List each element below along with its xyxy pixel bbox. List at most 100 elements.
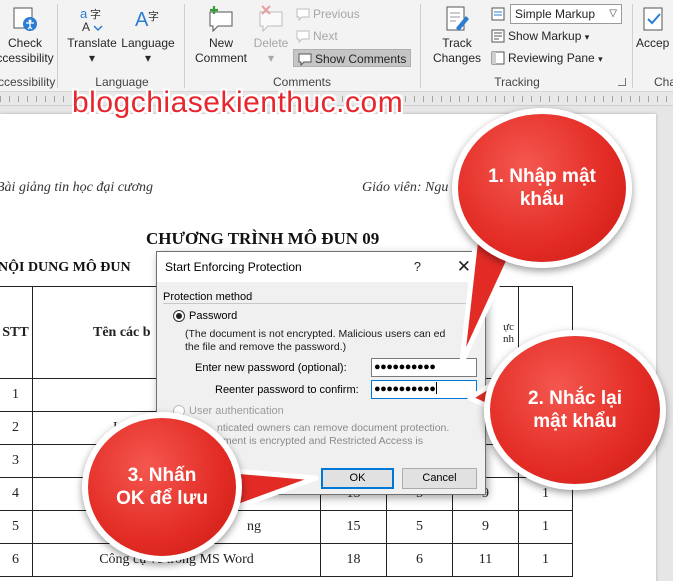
cell: 6	[386, 543, 453, 577]
header-left: Bài giảng tin học đại cương	[0, 180, 154, 195]
accept-label: Accep	[636, 36, 670, 50]
previous-label: Previous	[313, 7, 360, 21]
dialog-launcher-icon[interactable]	[618, 78, 626, 86]
chevron-down-icon: ▽	[609, 8, 617, 19]
header-cell-5-line1: ực	[503, 320, 514, 333]
table-row: 6 Công cụ vẽ trong MS Word 18 6 11 1	[0, 543, 573, 577]
cell-stt: 5	[0, 510, 33, 544]
chevron-down-icon: ▾	[598, 54, 603, 64]
reviewing-pane-button[interactable]: Reviewing Pane ▾	[491, 49, 603, 67]
display-for-review-icon-wrap	[491, 5, 508, 23]
show-comments-button[interactable]: Show Comments	[293, 49, 412, 67]
close-icon[interactable]: ✕	[457, 252, 471, 282]
show-markup-label: Show Markup	[508, 29, 582, 43]
callout-3-line2: OK để lưu	[116, 488, 208, 509]
cell-stt: 3	[0, 444, 33, 478]
new-comment-icon	[209, 6, 233, 33]
check-accessibility-label-2: ccessibility	[0, 51, 54, 65]
chevron-down-icon: ▾	[584, 32, 590, 42]
help-icon[interactable]: ?	[414, 252, 421, 282]
group-separator	[57, 4, 58, 88]
cell: 1	[518, 510, 573, 544]
markup-dropdown-value: Simple Markup	[515, 7, 596, 21]
password-radio[interactable]	[173, 310, 185, 322]
callout-1-line1: 1. Nhập mật	[488, 166, 596, 187]
group-label-tracking: Tracking	[494, 75, 540, 89]
cell: 11	[452, 543, 519, 577]
display-for-review-icon	[491, 7, 505, 21]
callout-1-line2: khẩu	[519, 189, 565, 210]
text-caret	[436, 382, 438, 394]
translate-label: Translate	[67, 36, 117, 50]
delete-label: Delete	[253, 36, 289, 50]
password-note-line1: (The document is not encrypted. Maliciou…	[185, 328, 446, 340]
reenter-password-label: Reenter password to confirm:	[215, 384, 359, 396]
previous-comment-button[interactable]: Previous	[296, 5, 360, 23]
markup-dropdown[interactable]: Simple Markup ▽	[510, 4, 622, 24]
ok-button[interactable]: OK	[321, 468, 394, 489]
svg-text:A: A	[135, 9, 149, 31]
previous-comment-icon	[296, 8, 310, 21]
translate-button[interactable]: a 字 A Translate ▾	[66, 0, 118, 66]
cancel-button[interactable]: Cancel	[402, 468, 477, 489]
group-separator	[420, 4, 421, 88]
delete-comment-button[interactable]: Delete ▾	[251, 0, 291, 66]
group-separator	[632, 4, 633, 88]
callout-2-line1: 2. Nhắc lại	[528, 388, 622, 409]
callout-2-line2: mật khẩu	[533, 411, 617, 432]
next-comment-icon	[296, 30, 310, 43]
header-cell-stt: STT	[0, 286, 33, 379]
section-divider	[163, 303, 479, 304]
language-icon: A 字	[135, 9, 159, 31]
translate-icon: a 字 A	[80, 6, 103, 34]
chevron-down-icon: ▾	[144, 51, 152, 65]
document-subheading: NỘI DUNG MÔ ĐUN	[0, 260, 131, 275]
group-label-accessibility: ccessibility	[0, 75, 56, 89]
cell: 18	[320, 543, 387, 577]
reenter-password-field[interactable]: ●●●●●●●●●●	[371, 380, 477, 399]
svg-text:A: A	[82, 20, 90, 34]
callout-press-ok: 3. Nhấn OK để lưu	[82, 412, 242, 562]
track-changes-button[interactable]: Track Changes	[426, 0, 488, 66]
new-comment-button[interactable]: New Comment	[190, 0, 252, 66]
next-comment-button[interactable]: Next	[296, 27, 338, 45]
chevron-down-icon: ▾	[267, 51, 275, 65]
accept-icon	[643, 7, 663, 31]
cell-stt: 6	[0, 543, 33, 577]
reenter-password-value: ●●●●●●●●●●	[374, 383, 436, 395]
svg-text:a: a	[80, 6, 88, 21]
cell: 9	[452, 510, 519, 544]
callout-3-line1: 3. Nhấn	[127, 465, 197, 486]
new-password-field[interactable]: ●●●●●●●●●●	[371, 358, 477, 377]
site-watermark: blogchiasekienthuc.com	[72, 86, 404, 119]
user-auth-note-line1: nticated owners can remove document prot…	[217, 422, 450, 434]
language-label: Language	[121, 36, 175, 50]
svg-text:字: 字	[148, 9, 159, 23]
track-changes-icon	[446, 6, 469, 31]
show-markup-icon	[491, 29, 505, 43]
cell-stt: 1	[0, 378, 33, 412]
callout-enter-password: 1. Nhập mật khẩu	[452, 108, 632, 268]
accept-button[interactable]: Accep	[636, 0, 673, 51]
callout-1-text: 1. Nhập mật khẩu	[488, 165, 596, 211]
cell: 1	[518, 543, 573, 577]
show-markup-button[interactable]: Show Markup ▾	[491, 27, 589, 45]
show-comments-label: Show Comments	[315, 52, 407, 66]
check-accessibility-button[interactable]: Check ccessibility	[0, 0, 54, 66]
chevron-down-icon: ▾	[88, 51, 96, 65]
cell-stt: 2	[0, 411, 33, 445]
header-right: Giáo viên: Ngu	[362, 180, 449, 195]
user-auth-note-line2: ument is encrypted and Restricted Access…	[217, 435, 424, 447]
password-option-label[interactable]: Password	[189, 310, 237, 322]
track-changes-label: Track	[442, 36, 472, 50]
document-heading: CHƯƠNG TRÌNH MÔ ĐUN 09	[146, 229, 380, 248]
cell: 5	[386, 510, 453, 544]
language-button[interactable]: A 字 Language ▾	[119, 0, 177, 66]
callout-reenter-password: 2. Nhắc lại mật khẩu	[484, 330, 666, 490]
next-label: Next	[313, 29, 338, 43]
dialog-title: Start Enforcing Protection	[165, 260, 302, 274]
ribbon: Check ccessibility ccessibility a 字 A Tr…	[0, 0, 673, 92]
track-changes-label-2: Changes	[432, 51, 482, 65]
show-comments-icon	[298, 53, 312, 66]
user-authentication-label[interactable]: User authentication	[189, 405, 284, 417]
